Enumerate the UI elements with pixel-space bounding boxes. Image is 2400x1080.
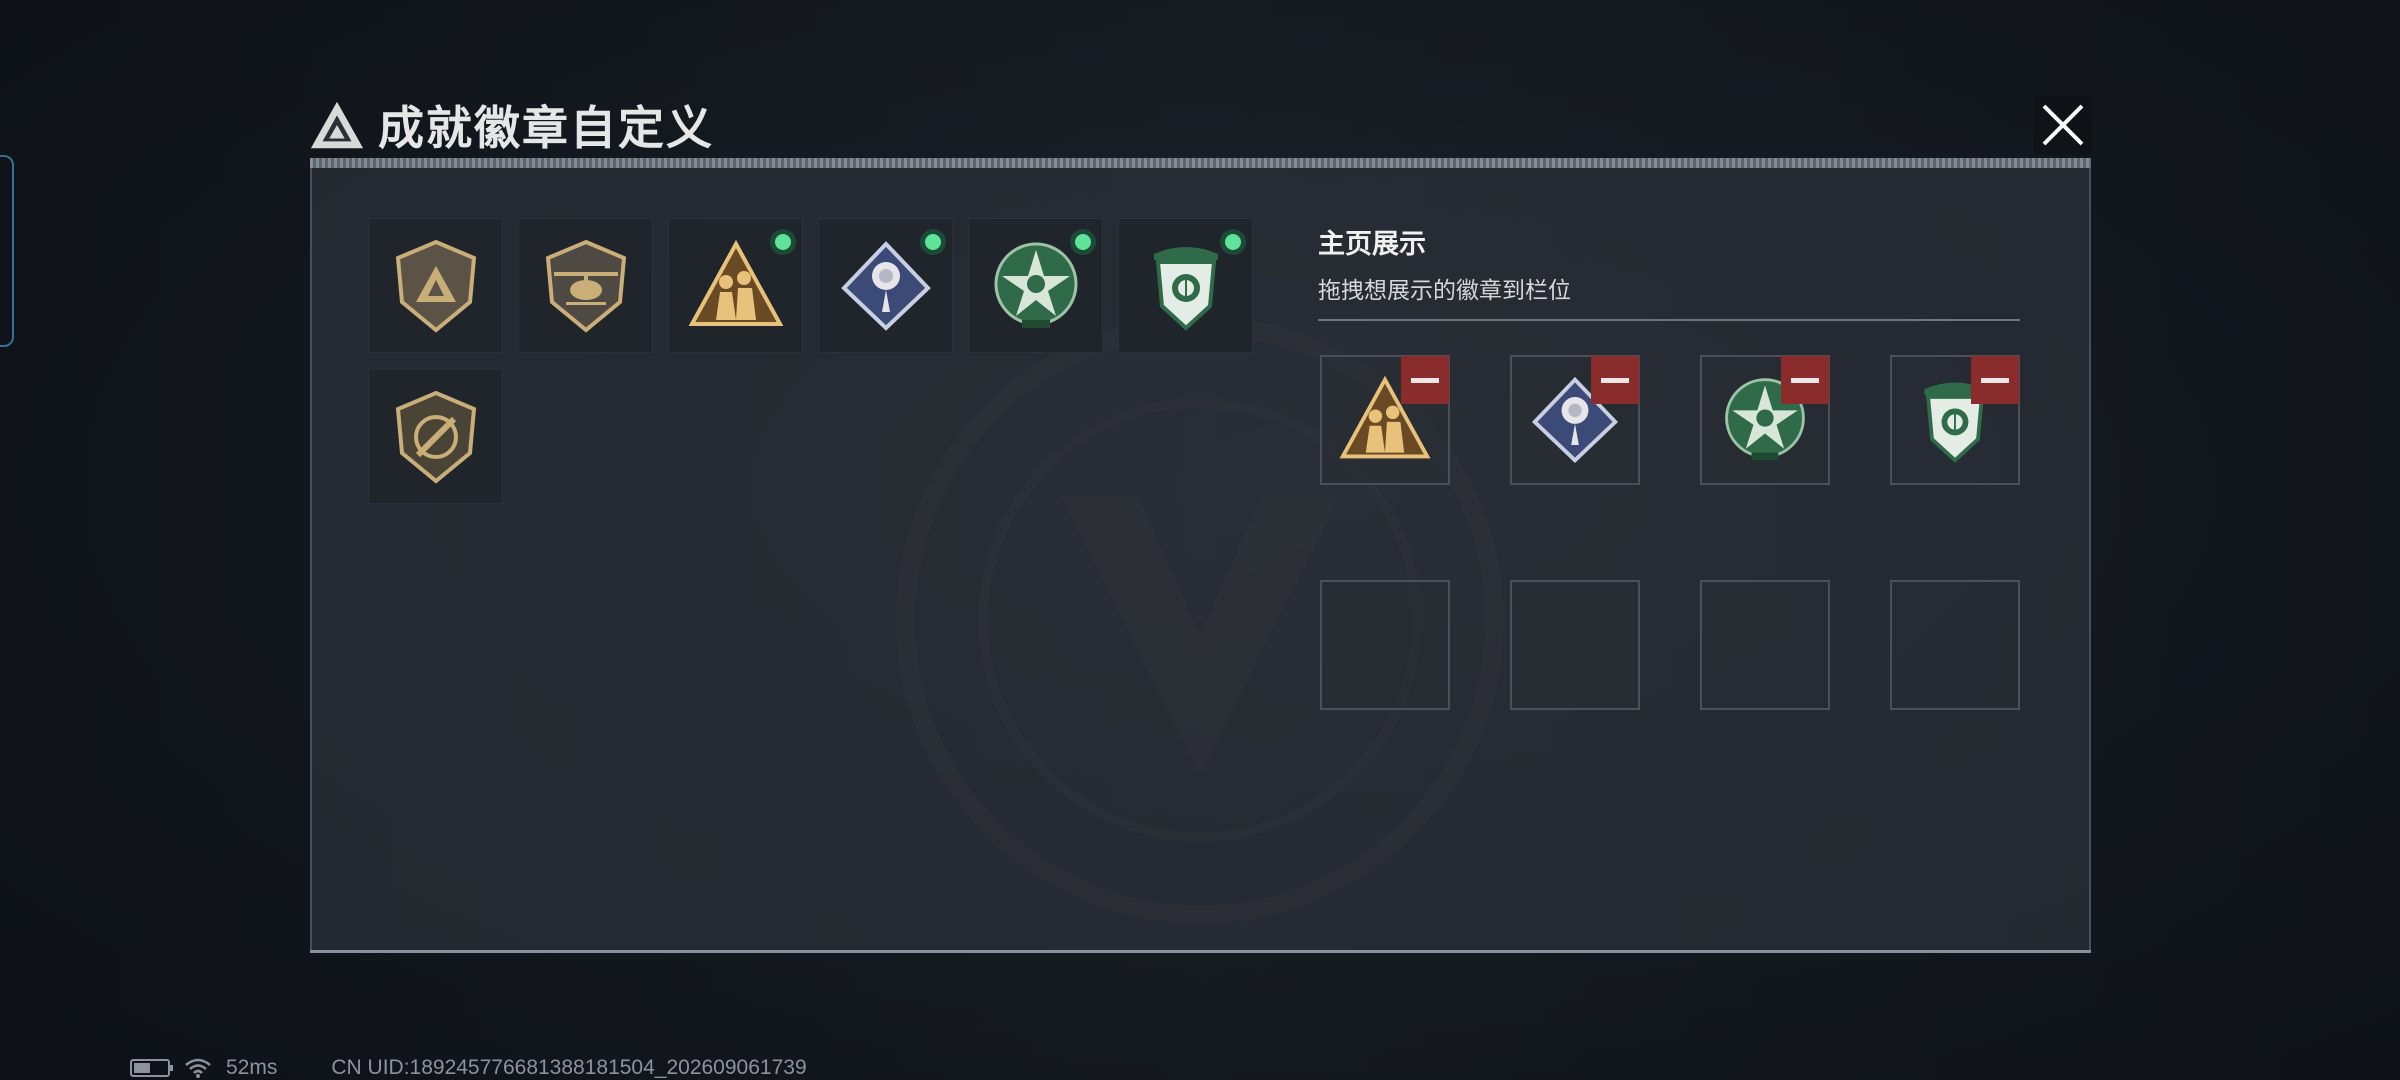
user-uid: CN UID:1892457766813881815​04_2026090617… [331,1056,807,1079]
badge-item-rose-diamond[interactable] [818,218,953,353]
owned-badges-grid [368,218,1253,504]
showcase-slot-1[interactable] [1320,355,1450,485]
helicopter-shield-badge-icon [545,239,626,333]
showcase-divider [1318,319,2020,321]
battery-icon [130,1059,173,1077]
showcase-slot-2[interactable] [1510,355,1640,485]
rose-diamond-badge-icon [840,240,931,331]
soldiers-triangle-badge-icon [688,239,783,326]
showcase-slots [1320,355,2020,710]
showcase-slot-3[interactable] [1700,355,1830,485]
page-title: 成就徽章自定义 [378,102,714,154]
side-drawer-tab[interactable] [0,155,14,347]
equipped-indicator [920,229,946,255]
showcase-slot-5[interactable] [1320,580,1450,710]
showcase-slot-7[interactable] [1700,580,1830,710]
remove-badge-button[interactable] [1591,356,1639,404]
homepage-showcase-section: 主页展示 拖拽想展示的徽章到栏位 [1318,222,2020,321]
showcase-slot-8[interactable] [1890,580,2020,710]
remove-badge-button[interactable] [1781,356,1829,404]
showcase-slot-4[interactable] [1890,355,2020,485]
status-bar: 52ms CN UID:1892457766813881815​04_20260… [130,1056,807,1080]
showcase-title: 主页展示 [1318,229,1426,259]
equipped-indicator [1070,229,1096,255]
panel-header: 成就徽章自定义 [308,90,2092,160]
skull-star-badge-icon [994,242,1077,328]
badge-item-triangle-shield[interactable] [368,218,503,353]
showcase-slot-6[interactable] [1510,580,1640,710]
badge-item-green-crest[interactable] [1118,218,1253,353]
ping-value: 52ms [226,1056,278,1079]
showcase-instructions: 拖拽想展示的徽章到栏位 [1318,277,1571,303]
equipped-indicator [770,229,796,255]
green-crest-badge-icon [1153,246,1218,331]
equipped-indicator [1220,229,1246,255]
badge-item-soldiers-triangle[interactable] [668,218,803,353]
remove-badge-button[interactable] [1971,356,2019,404]
panel-bottom-border [310,950,2091,953]
close-icon[interactable] [2034,96,2092,154]
badge-item-skull-star[interactable] [968,218,1103,353]
triangle-logo-icon [310,101,364,149]
badge-item-knife-shield[interactable] [368,369,503,504]
remove-badge-button[interactable] [1401,356,1449,404]
triangle-shield-badge-icon [395,239,476,333]
wifi-icon [185,1058,211,1078]
badge-item-helicopter-shield[interactable] [518,218,653,353]
knife-shield-badge-icon [395,390,476,484]
